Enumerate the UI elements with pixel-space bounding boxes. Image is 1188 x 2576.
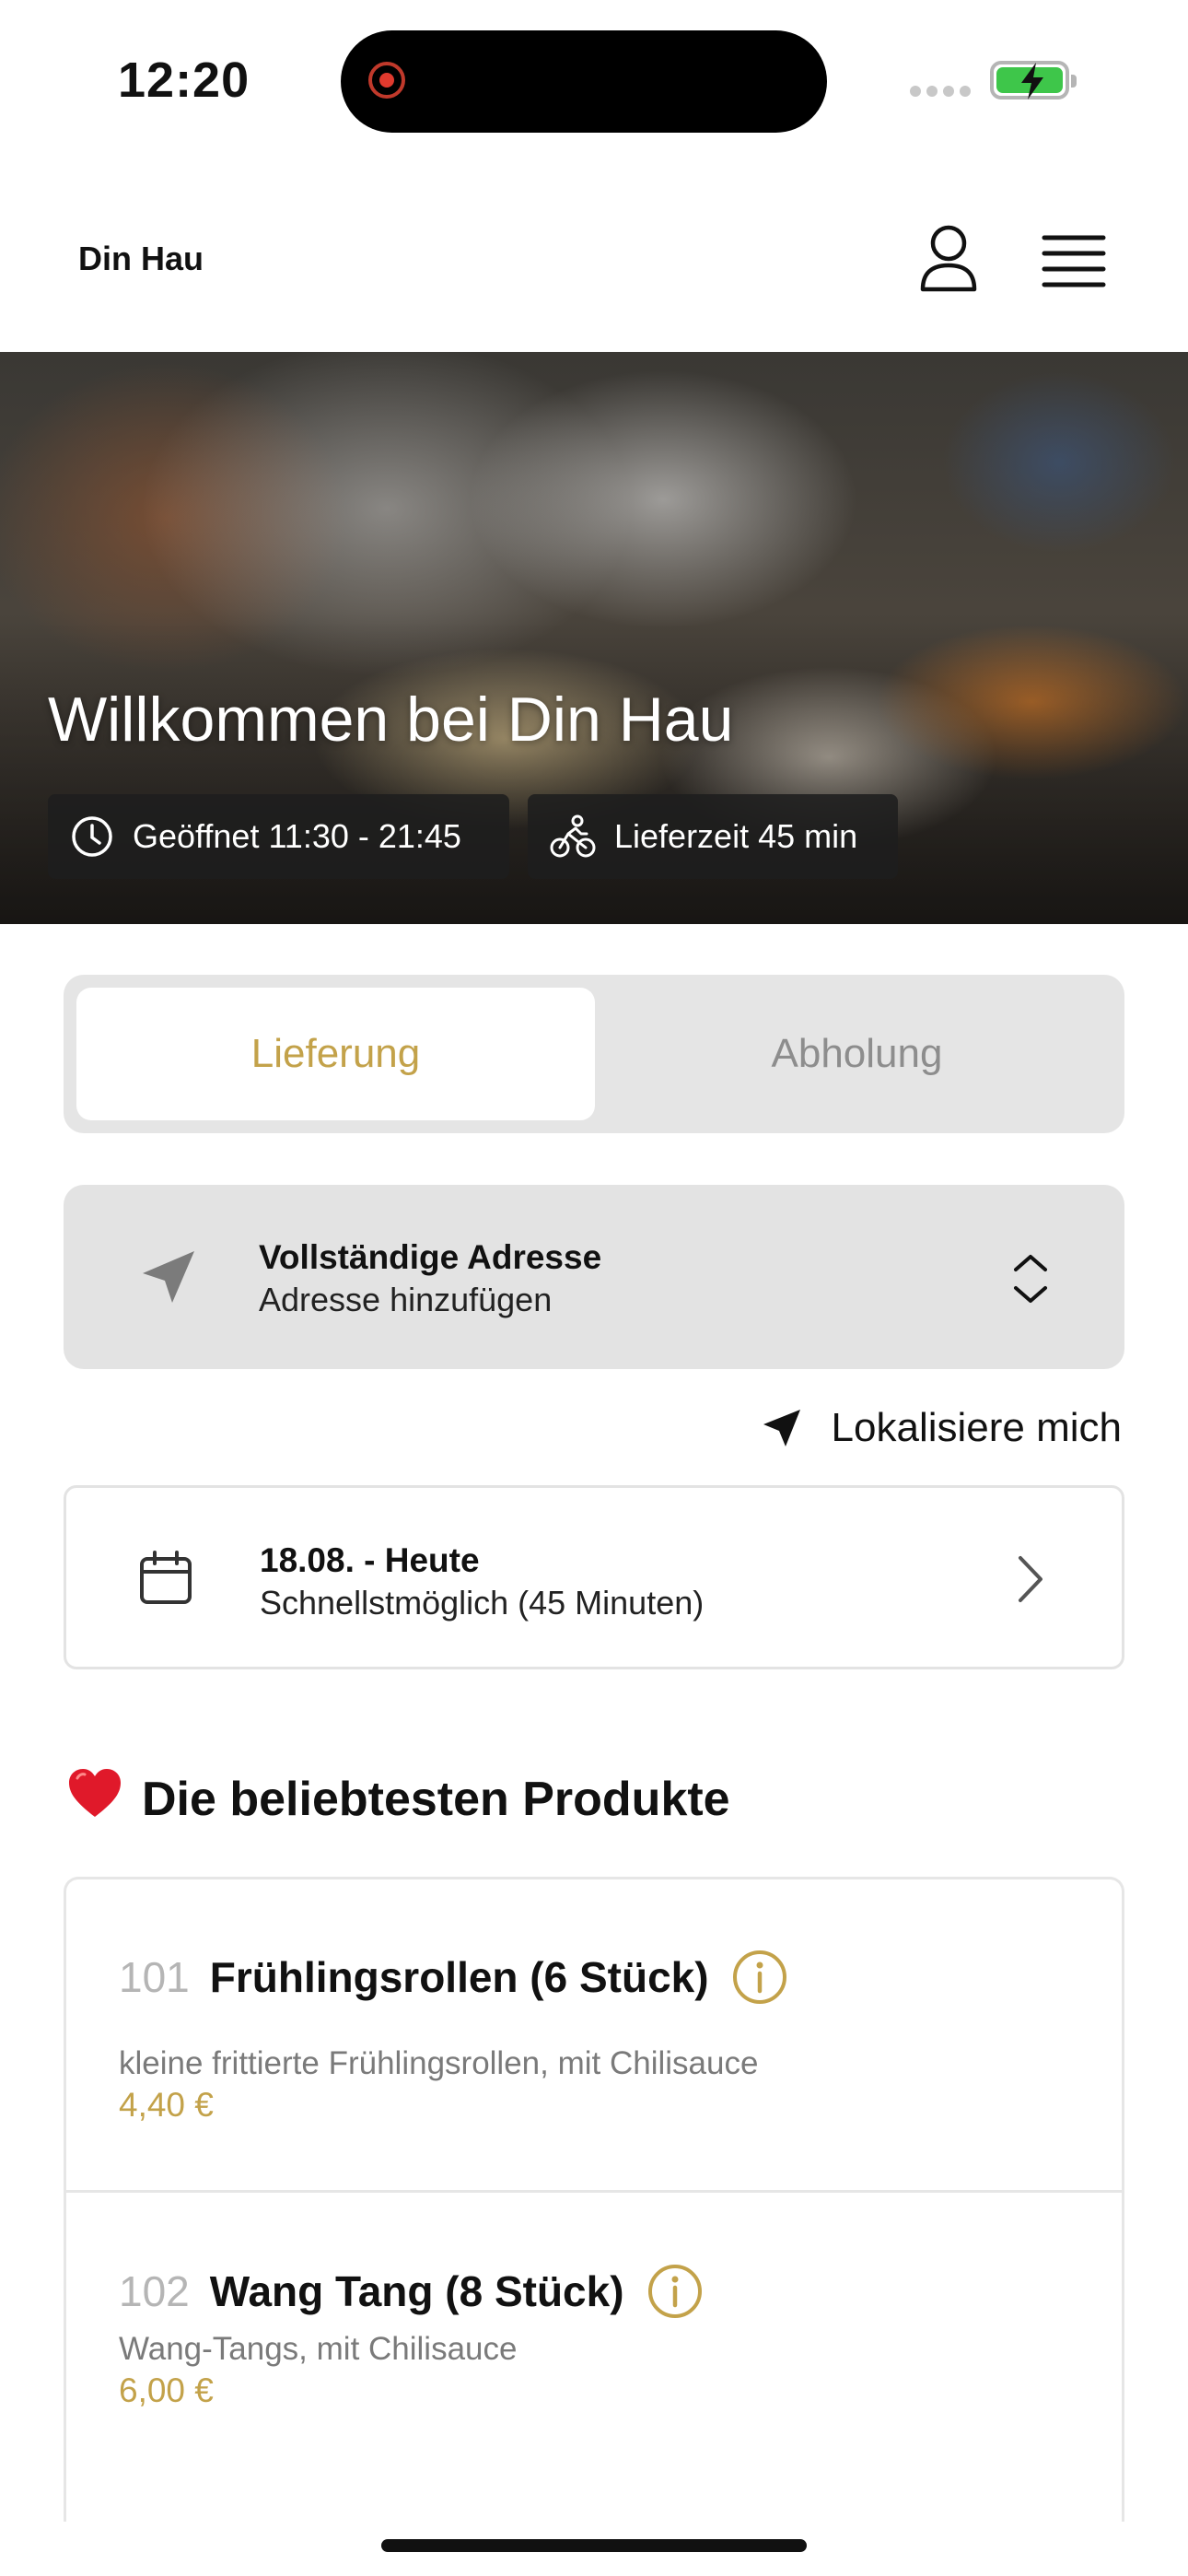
bicycle-courier-icon: [550, 814, 596, 858]
tab-pickup[interactable]: Abholung: [598, 988, 1116, 1120]
product-name: Wang Tang (8 Stück): [209, 2267, 624, 2315]
section-popular-products: Die beliebtesten Produkte: [66, 1767, 730, 1832]
app-header: Din Hau: [0, 184, 1188, 350]
info-icon[interactable]: [731, 1949, 788, 2006]
delivery-time-badge: Lieferzeit 45 min: [528, 794, 898, 879]
opening-hours-badge: Geöffnet 11:30 - 21:45: [48, 794, 509, 879]
locate-me-button[interactable]: Lokalisiere mich: [760, 1402, 1122, 1454]
cellular-signal-icon: [910, 85, 976, 101]
section-title: Die beliebtesten Produkte: [142, 1773, 730, 1826]
calendar-icon: [140, 1551, 192, 1604]
product-price: 4,40 €: [119, 2086, 214, 2124]
dynamic-island: [341, 30, 827, 133]
chevron-up-down-icon: [1014, 1255, 1047, 1303]
user-icon: [920, 225, 977, 292]
product-item[interactable]: 101 Frühlingsrollen (6 Stück) kleine fri…: [66, 1879, 1122, 2193]
chevron-right-icon: [1019, 1556, 1042, 1602]
tab-delivery[interactable]: Lieferung: [76, 988, 595, 1120]
address-selector[interactable]: Vollständige Adresse Adresse hinzufügen: [64, 1185, 1124, 1369]
popular-products-list: 101 Frühlingsrollen (6 Stück) kleine fri…: [64, 1877, 1124, 2522]
product-item[interactable]: 102 Wang Tang (8 Stück) Wang-Tangs, mit …: [66, 2193, 1122, 2522]
menu-button[interactable]: [1039, 228, 1109, 293]
status-bar: 12:20: [0, 0, 1188, 157]
address-subtitle: Adresse hinzufügen: [259, 1281, 553, 1318]
status-time: 12:20: [118, 53, 250, 108]
home-indicator[interactable]: [381, 2539, 807, 2552]
hero-banner: Willkommen bei Din Hau Geöffnet 11:30 - …: [0, 352, 1188, 924]
account-button[interactable]: [912, 221, 985, 295]
delivery-time-selector[interactable]: 18.08. - Heute Schnellstmöglich (45 Minu…: [64, 1485, 1124, 1669]
product-name: Frühlingsrollen (6 Stück): [209, 1953, 709, 2001]
product-price: 6,00 €: [119, 2371, 214, 2409]
heart-icon: [66, 1767, 123, 1832]
location-arrow-icon: [143, 1251, 194, 1303]
hero-title: Willkommen bei Din Hau: [48, 685, 734, 755]
product-description: Wang-Tangs, mit Chilisauce: [119, 2331, 518, 2367]
product-description: kleine frittierte Frühlingsrollen, mit C…: [119, 2045, 759, 2081]
delivery-time-text: Lieferzeit 45 min: [614, 817, 858, 855]
info-icon[interactable]: [646, 2263, 704, 2320]
delivery-time-option: Schnellstmöglich (45 Minuten): [260, 1584, 705, 1622]
address-title: Vollständige Adresse: [259, 1238, 602, 1276]
clock-icon: [72, 816, 112, 857]
locate-me-label: Lokalisiere mich: [831, 1405, 1122, 1450]
battery-charging-icon: [990, 61, 1077, 100]
recording-indicator-icon: [368, 62, 405, 99]
delivery-mode-toggle: Lieferung Abholung: [64, 975, 1124, 1133]
product-number: 102: [119, 2267, 190, 2315]
product-number: 101: [119, 1953, 190, 2001]
navigation-arrow-icon: [763, 1410, 800, 1446]
opening-hours-text: Geöffnet 11:30 - 21:45: [133, 817, 461, 855]
brand-name[interactable]: Din Hau: [78, 240, 204, 278]
delivery-date: 18.08. - Heute: [260, 1541, 480, 1579]
hamburger-menu-icon: [1042, 235, 1106, 287]
